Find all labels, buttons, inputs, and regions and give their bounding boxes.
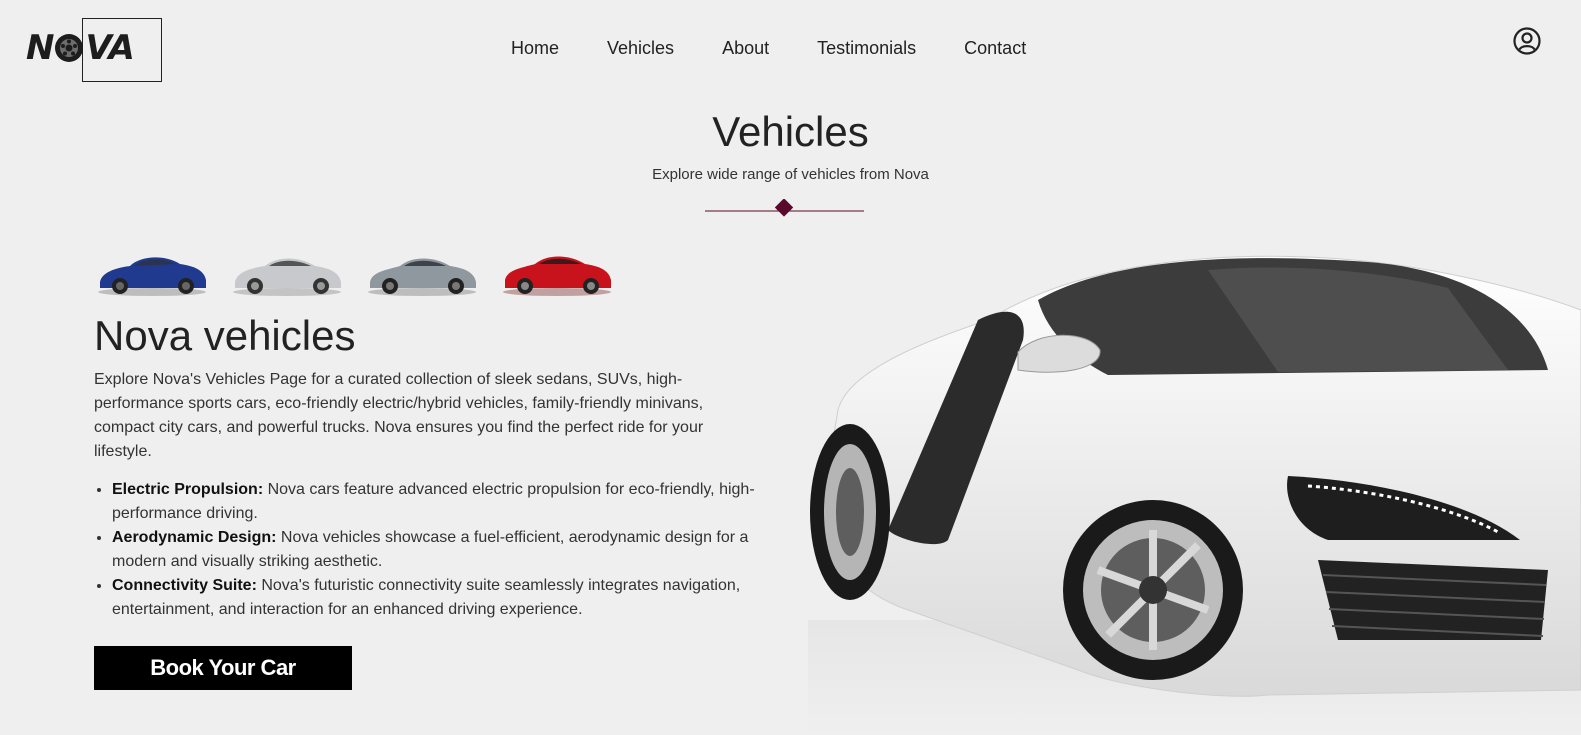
feature-item: Aerodynamic Design: Nova vehicles showca… (112, 526, 792, 574)
feature-label: Connectivity Suite: (112, 577, 257, 594)
thumb-grey-sports[interactable] (364, 244, 479, 300)
diamond-divider (705, 199, 864, 217)
vehicles-description: Explore Nova's Vehicles Page for a curat… (94, 371, 704, 460)
book-your-car-button[interactable]: Book Your Car (94, 646, 352, 690)
user-circle-icon[interactable] (1512, 26, 1542, 56)
main-nav: Home Vehicles About Testimonials Contact (511, 36, 1074, 60)
logo-letters-va: VA (85, 28, 134, 68)
nav-testimonials[interactable]: Testimonials (817, 36, 916, 60)
feature-label: Electric Propulsion: (112, 481, 264, 498)
thumb-silver-sedan[interactable] (229, 244, 344, 300)
thumb-blue-coupe[interactable] (94, 244, 209, 300)
vehicles-heading: Nova vehicles (94, 312, 356, 359)
feature-list: Electric Propulsion: Nova cars feature a… (94, 478, 792, 622)
nav-home[interactable]: Home (511, 36, 559, 60)
page-title: Vehicles (712, 108, 869, 155)
logo-letter-n: N (26, 28, 54, 68)
wheel-icon (55, 34, 84, 62)
hero-car-image (808, 255, 1581, 735)
feature-item: Connectivity Suite: Nova's futuristic co… (112, 574, 792, 622)
vehicle-thumbnails (94, 244, 614, 300)
nav-about[interactable]: About (722, 36, 769, 60)
nav-vehicles[interactable]: Vehicles (607, 36, 674, 60)
page-subtitle: Explore wide range of vehicles from Nova (652, 166, 929, 183)
thumb-red-sports[interactable] (499, 244, 614, 300)
feature-label: Aerodynamic Design: (112, 529, 277, 546)
nova-logo[interactable]: N VA (26, 28, 135, 68)
nav-contact[interactable]: Contact (964, 36, 1026, 60)
feature-item: Electric Propulsion: Nova cars feature a… (112, 478, 792, 526)
